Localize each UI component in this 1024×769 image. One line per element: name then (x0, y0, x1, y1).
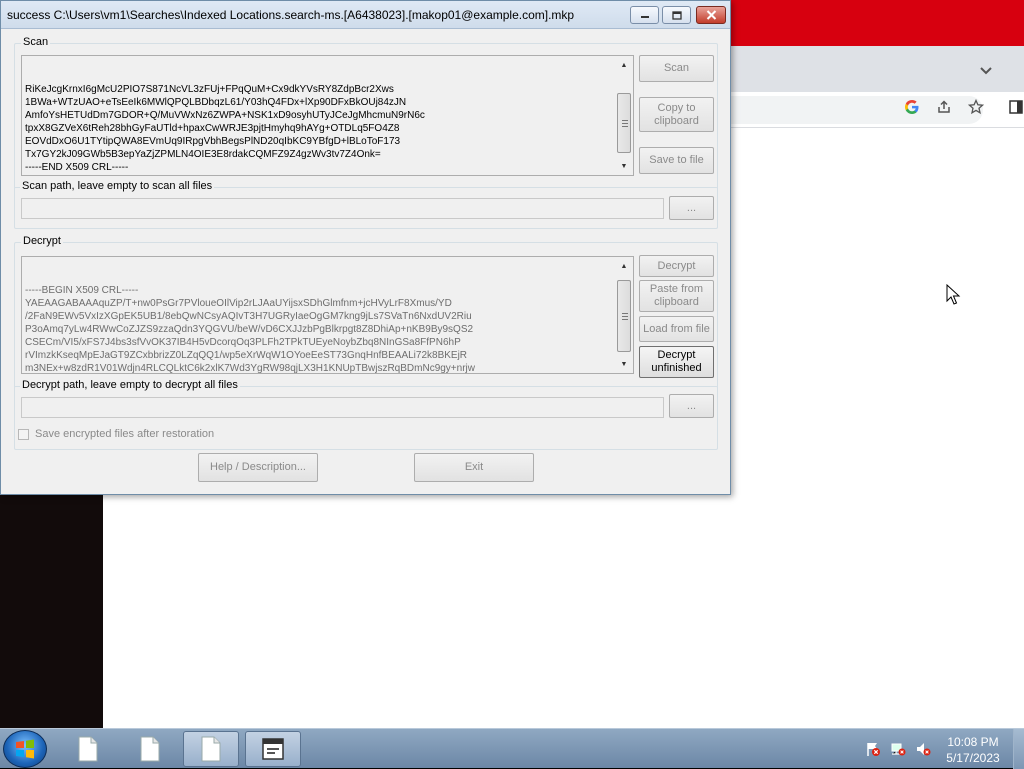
text-line: EOVdDxO6U1TYtipQWA8EVmUq9IRpgVbhBegsPlND… (25, 136, 401, 147)
load-from-file-button[interactable]: Load from file (639, 316, 714, 342)
text-line: RiKeJcgKrnxI6gMcU2PIO7S871NcVL3zFUj+FPqQ… (25, 84, 394, 95)
chevron-down-icon[interactable] (976, 60, 996, 80)
decrypt-scrollbar[interactable]: ▲ ▼ (616, 258, 632, 372)
text-line: CSECm/VI5/xFS7J4bs3sfVvOK37IB4H5vDcorqOq… (25, 337, 461, 348)
scrollbar-thumb[interactable] (617, 93, 631, 153)
text-line: m3NEx+w8zdR1V01Wdjn4RLCQLktC6k2xlK7Wd3Yg… (25, 363, 475, 374)
scroll-up-arrow-icon[interactable]: ▲ (616, 57, 632, 73)
volume-muted-icon[interactable] (914, 740, 932, 758)
decryptor-dialog: success C:\Users\vm1\Searches\Indexed Lo… (0, 0, 731, 495)
scan-path-browse-button[interactable]: ... (669, 196, 714, 220)
title-bar[interactable]: success C:\Users\vm1\Searches\Indexed Lo… (1, 1, 730, 29)
scroll-down-arrow-icon[interactable]: ▼ (616, 158, 632, 174)
decrypt-path-label: Decrypt path, leave empty to decrypt all… (20, 379, 240, 391)
show-desktop-button[interactable] (1013, 729, 1024, 769)
scan-path-label: Scan path, leave empty to scan all files (20, 180, 215, 192)
document-icon (201, 736, 221, 762)
text-line: -----BEGIN X509 CRL----- (25, 285, 139, 296)
decrypt-path-input[interactable] (21, 397, 664, 418)
windows-logo-icon (16, 739, 34, 759)
maximize-icon (671, 10, 682, 20)
text-line: /2FaN9EWv5VxIzXGpEK5UB1/8ebQwNCsyAQIvT3H… (25, 311, 472, 322)
document-icon (140, 736, 160, 762)
exit-button[interactable]: Exit (414, 453, 534, 482)
scroll-up-arrow-icon[interactable]: ▲ (616, 258, 632, 274)
save-encrypted-checkbox[interactable] (18, 429, 29, 440)
decrypt-path-group: Decrypt path, leave empty to decrypt all… (14, 379, 718, 450)
google-icon[interactable] (901, 96, 923, 118)
decrypt-path-browse-button[interactable]: ... (669, 394, 714, 418)
bookmark-star-icon[interactable] (965, 96, 987, 118)
document-icon (78, 736, 98, 762)
network-icon[interactable] (889, 740, 907, 758)
text-line: P3oAmq7yLw4RWwCoZJZS9zzaQdn3YQGVU/beW/vD… (25, 324, 474, 335)
help-description-button[interactable]: Help / Description... (198, 453, 318, 482)
scrollbar-thumb[interactable] (617, 280, 631, 352)
scan-scrollbar[interactable]: ▲ ▼ (616, 57, 632, 174)
system-clock[interactable]: 10:08 PM 5/17/2023 (938, 734, 1008, 766)
text-line: 1BWa+WTzUAO+eTsEeIk6MWlQPQLBDbqzL61/Y03h… (25, 97, 407, 108)
taskbar-decryptor-app[interactable] (245, 731, 301, 767)
decrypt-unfinished-button[interactable]: Decrypt unfinished (639, 346, 714, 378)
scan-output-textarea[interactable]: RiKeJcgKrnxI6gMcU2PIO7S871NcVL3zFUj+FPqQ… (21, 55, 634, 176)
mouse-cursor-icon (946, 284, 961, 305)
action-center-flag-icon[interactable] (864, 740, 882, 758)
scan-button[interactable]: Scan (639, 55, 714, 82)
text-line: -----END X509 CRL----- (25, 162, 129, 173)
text-line: tpxX8GZVeX6tReh28bhGyFaUTld+hpaxCwWRJE3p… (25, 123, 400, 134)
clock-date: 5/17/2023 (946, 751, 1000, 765)
share-icon[interactable] (933, 96, 955, 118)
scan-path-input[interactable] (21, 198, 664, 219)
text-line: rVImzkKseqMpEJaGT9ZCxbbrizZ0LZqQQ1/wp5eX… (25, 350, 468, 361)
scan-group-label: Scan (21, 36, 51, 48)
save-encrypted-label: Save encrypted files after restoration (35, 428, 215, 440)
text-line: YAEAAGABAAAquZP/T+nw0PsGr7PVloueOIlVip2r… (25, 298, 452, 309)
decrypt-button[interactable]: Decrypt (639, 255, 714, 277)
minimize-icon (640, 16, 649, 18)
maximize-button[interactable] (662, 6, 691, 24)
close-icon (706, 10, 716, 20)
scroll-down-arrow-icon[interactable]: ▼ (616, 356, 632, 372)
decrypt-input-textarea[interactable]: -----BEGIN X509 CRL----- YAEAAGABAAAquZP/… (21, 256, 634, 374)
decrypt-input-text: -----BEGIN X509 CRL----- YAEAAGABAAAquZP/… (25, 284, 630, 374)
scan-output-text: RiKeJcgKrnxI6gMcU2PIO7S871NcVL3zFUj+FPqQ… (25, 83, 630, 174)
taskbar: 10:08 PM 5/17/2023 (0, 728, 1024, 769)
text-line: Tx7GY2kJ09GWb5B3epYaZjZPMLN4OIE3E8rdakCQ… (25, 149, 381, 160)
taskbar-document-2[interactable] (122, 731, 178, 767)
side-panel-icon[interactable] (1005, 96, 1024, 118)
minimize-button[interactable] (630, 6, 659, 24)
taskbar-document-1[interactable] (60, 731, 116, 767)
taskbar-document-3[interactable] (183, 731, 239, 767)
decrypt-group-label: Decrypt (21, 235, 63, 247)
save-to-file-button[interactable]: Save to file (639, 147, 714, 174)
clock-time: 10:08 PM (947, 735, 999, 749)
close-button[interactable] (696, 6, 726, 24)
application-window-icon (262, 738, 284, 760)
copy-to-clipboard-button[interactable]: Copy to clipboard (639, 97, 714, 132)
window-title: success C:\Users\vm1\Searches\Indexed Lo… (7, 8, 575, 22)
background-dark-area (0, 490, 103, 730)
paste-from-clipboard-button[interactable]: Paste from clipboard (639, 280, 714, 312)
text-line: AmfoYsHETUdDm7GDOR+Q/MuVWxNz6ZWPA+NSK1xD… (25, 110, 425, 121)
start-button[interactable] (3, 730, 47, 768)
